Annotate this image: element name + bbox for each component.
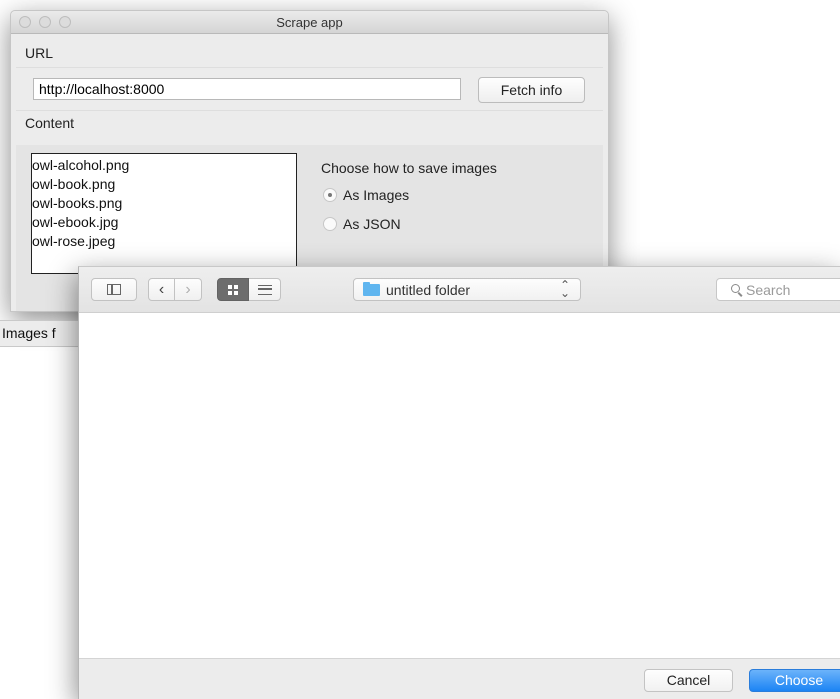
save-method-prompt: Choose how to save images [321, 160, 497, 176]
file-chooser-dialog: ‹ › untitled folder ⌃ ⌄ Search Cancel Cho… [78, 266, 840, 699]
as-images-label: As Images [343, 187, 410, 203]
icon-view-button[interactable] [217, 278, 249, 301]
cancel-button[interactable]: Cancel [644, 669, 733, 692]
content-section-label: Content [25, 115, 75, 131]
as-json-radio[interactable]: As JSON [323, 216, 401, 232]
search-field[interactable]: Search [716, 278, 840, 301]
status-bar: Images f [0, 320, 80, 347]
list-item[interactable]: owl-books.png [32, 194, 296, 213]
file-list[interactable]: owl-alcohol.png owl-book.png owl-books.p… [31, 153, 297, 274]
search-icon [731, 284, 740, 293]
folder-icon [363, 282, 380, 296]
list-item[interactable]: owl-alcohol.png [32, 156, 296, 175]
search-placeholder: Search [746, 282, 791, 298]
list-item[interactable]: owl-rose.jpeg [32, 232, 296, 251]
window-title: Scrape app [276, 15, 343, 30]
as-images-radio[interactable]: As Images [323, 187, 409, 203]
sidebar-icon [107, 284, 121, 295]
section-divider [16, 110, 603, 111]
radio-unchecked-icon[interactable] [323, 217, 337, 232]
as-json-label: As JSON [343, 216, 401, 232]
chevron-right-icon: › [185, 280, 191, 298]
chevron-left-icon: ‹ [158, 280, 165, 298]
file-browser-area[interactable] [79, 313, 840, 659]
radio-checked-icon[interactable] [323, 188, 337, 203]
list-item[interactable]: owl-book.png [32, 175, 296, 194]
toggle-sidebar-button[interactable] [91, 278, 137, 301]
list-view-icon [257, 284, 272, 295]
current-folder-label: untitled folder [386, 282, 471, 298]
dialog-footer: Cancel Choose [79, 658, 840, 699]
folder-location-popup[interactable]: untitled folder ⌃ ⌄ [353, 278, 581, 301]
url-section-label: URL [25, 45, 54, 61]
forward-button[interactable]: › [175, 278, 202, 301]
list-view-button[interactable] [249, 278, 281, 301]
section-divider [16, 67, 603, 68]
url-input[interactable] [33, 78, 461, 100]
grid-view-icon [228, 284, 238, 295]
fetch-info-button[interactable]: Fetch info [478, 77, 585, 103]
chevron-updown-icon: ⌃ ⌄ [559, 278, 570, 300]
choose-button[interactable]: Choose [749, 669, 840, 692]
list-item[interactable]: owl-ebook.jpg [32, 213, 296, 232]
window-titlebar[interactable]: Scrape app [11, 11, 608, 34]
back-button[interactable]: ‹ [148, 278, 175, 301]
dialog-toolbar: ‹ › untitled folder ⌃ ⌄ Search [79, 267, 840, 313]
